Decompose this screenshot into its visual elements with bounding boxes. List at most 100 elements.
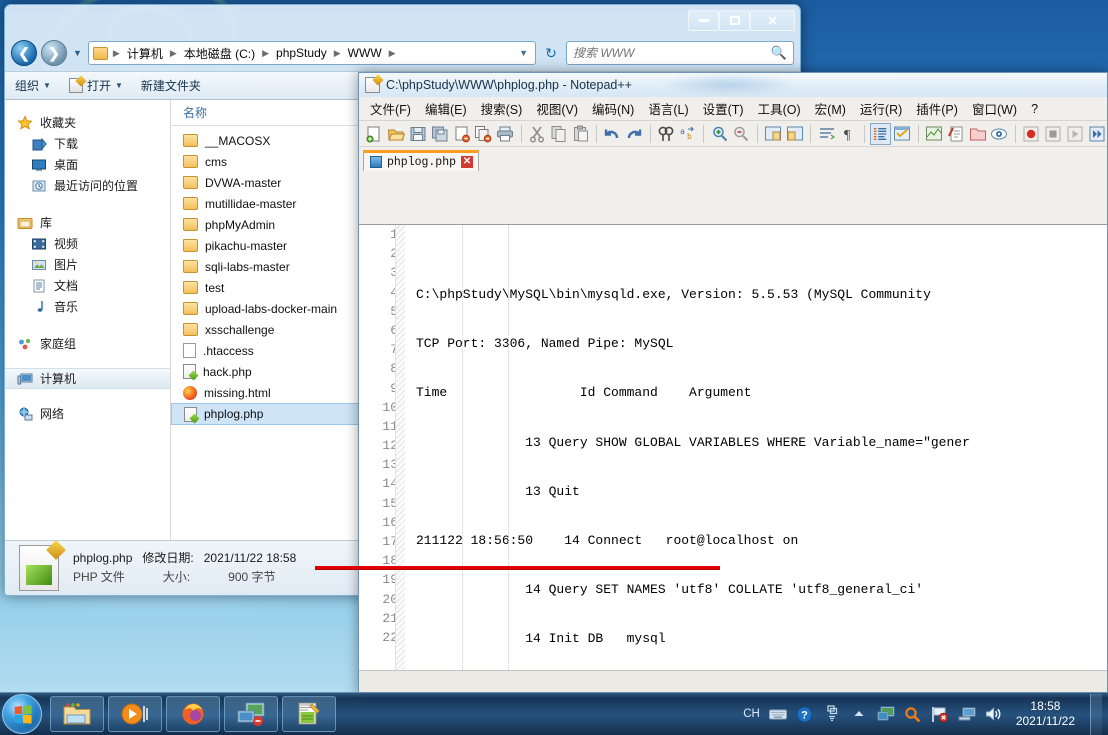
code-text-area[interactable]: C:\phpStudy\MySQL\bin\mysqld.exe, Versio… [405, 225, 1107, 670]
monitoring-icon[interactable] [989, 123, 1010, 145]
print-icon[interactable] [495, 123, 516, 145]
refresh-icon[interactable]: ↻ [540, 42, 562, 64]
close-all-icon[interactable] [473, 123, 494, 145]
save-all-icon[interactable] [429, 123, 450, 145]
close-button[interactable]: ✕ [750, 10, 795, 31]
menu-search[interactable]: 搜索(S) [474, 97, 530, 120]
notepadpp-window[interactable]: C:\phpStudy\WWW\phplog.php - Notepad++ 文… [358, 72, 1108, 695]
taskbar-clock[interactable]: 18:58 2021/11/22 [1012, 699, 1081, 729]
undo-icon[interactable] [602, 123, 623, 145]
back-arrow-icon[interactable]: ❮ [11, 40, 37, 66]
recent-pages-caret-icon[interactable]: ▼ [71, 48, 84, 58]
save-icon[interactable] [408, 123, 429, 145]
code-editor[interactable]: 1 2 3 4 5 6 7 8 9 10 11 12 13 14 15 16 1… [359, 224, 1107, 670]
show-desktop-button[interactable] [1090, 693, 1102, 735]
show-hidden-icons-icon[interactable] [850, 705, 868, 723]
network-icon[interactable] [958, 705, 976, 723]
search-input[interactable] [573, 46, 771, 60]
sidebar-item-music[interactable]: 音乐 [5, 296, 170, 317]
search-icon[interactable]: 🔍 [771, 45, 787, 61]
function-list-icon[interactable] [945, 123, 966, 145]
maximize-button[interactable] [719, 10, 750, 31]
menu-macro[interactable]: 宏(M) [808, 97, 853, 120]
menu-settings[interactable]: 设置(T) [696, 97, 751, 120]
taskbar-phpstudy[interactable] [224, 696, 278, 732]
menu-help[interactable]: ? [1024, 100, 1045, 118]
breadcrumb-item-computer[interactable]: 计算机 [125, 45, 165, 62]
taskbar-media-player[interactable] [108, 696, 162, 732]
play-macro-icon[interactable] [1064, 123, 1085, 145]
zoom-out-icon[interactable] [731, 123, 752, 145]
sidebar-item-network[interactable]: 网络 [5, 403, 170, 424]
ime-indicator[interactable]: CH [743, 708, 760, 720]
menu-encoding[interactable]: 编码(N) [585, 97, 641, 120]
address-bar[interactable]: ▶ 计算机 ▶ 本地磁盘 (C:) ▶ phpStudy ▶ WWW ▶ ▼ [87, 41, 536, 65]
close-tab-icon[interactable]: ✕ [461, 156, 474, 168]
sidebar-item-homegroup[interactable]: 家庭组 [5, 333, 170, 354]
find-icon[interactable] [656, 123, 677, 145]
taskbar-file-explorer[interactable] [50, 696, 104, 732]
search-icon[interactable] [904, 705, 922, 723]
close-file-icon[interactable] [451, 123, 472, 145]
menu-language[interactable]: 语言(L) [641, 97, 695, 120]
folder-as-workspace-icon[interactable] [967, 123, 988, 145]
document-map-icon[interactable] [924, 123, 945, 145]
sidebar-item-desktop[interactable]: 桌面 [5, 154, 170, 175]
word-wrap-icon[interactable] [816, 123, 837, 145]
sync-scroll-h-icon[interactable] [785, 123, 806, 145]
redo-icon[interactable] [624, 123, 645, 145]
taskbar-firefox[interactable] [166, 696, 220, 732]
windows-start-orb-icon[interactable] [2, 694, 42, 734]
sidebar-item-documents[interactable]: 文档 [5, 275, 170, 296]
sync-scroll-v-icon[interactable] [763, 123, 784, 145]
zoom-in-icon[interactable] [709, 123, 730, 145]
menu-view[interactable]: 视图(V) [529, 97, 585, 120]
forward-arrow-icon[interactable]: ❯ [41, 40, 67, 66]
indent-guide-icon[interactable] [869, 122, 891, 145]
tab-phplog-php[interactable]: phplog.php ✕ [363, 150, 480, 171]
user-defined-dialog-icon[interactable] [892, 123, 913, 145]
search-box[interactable]: 🔍 [566, 41, 794, 65]
flag-alert-icon[interactable] [931, 705, 949, 723]
menu-file[interactable]: 文件(F) [363, 97, 418, 120]
nvidia-icon[interactable] [877, 705, 895, 723]
keyboard-icon[interactable] [768, 705, 787, 723]
open-file-icon[interactable] [386, 123, 407, 145]
sidebar-item-libraries[interactable]: 库 [5, 212, 170, 233]
volume-icon[interactable] [985, 705, 1003, 723]
sidebar-item-videos[interactable]: 视频 [5, 233, 170, 254]
copy-icon[interactable] [548, 123, 569, 145]
overflow-icon[interactable] [823, 705, 841, 723]
breadcrumb-item-localdisk[interactable]: 本地磁盘 (C:) [182, 45, 257, 62]
sidebar-item-computer[interactable]: 计算机 [5, 368, 170, 389]
menu-plugins[interactable]: 插件(P) [909, 97, 965, 120]
sidebar-item-favorites[interactable]: 收藏夹 [5, 112, 170, 133]
breadcrumb-item-phpstudy[interactable]: phpStudy [274, 46, 329, 60]
new-file-icon[interactable] [364, 123, 385, 145]
help-icon[interactable]: ? [796, 705, 814, 723]
menu-tools[interactable]: 工具(O) [751, 97, 808, 120]
sidebar-item-pictures[interactable]: 图片 [5, 254, 170, 275]
breadcrumb-item-www[interactable]: WWW [346, 46, 384, 60]
explorer-title-bar[interactable]: ✕ [5, 5, 800, 35]
replace-icon[interactable]: ab [677, 123, 698, 145]
sidebar-item-downloads[interactable]: 下载 [5, 133, 170, 154]
sidebar-item-recent-places[interactable]: 最近访问的位置 [5, 175, 170, 196]
stop-macro-icon[interactable] [1043, 123, 1064, 145]
notepadpp-title-bar[interactable]: C:\phpStudy\WWW\phplog.php - Notepad++ [359, 73, 1107, 97]
menu-window[interactable]: 窗口(W) [965, 97, 1024, 120]
menu-edit[interactable]: 编辑(E) [418, 97, 474, 120]
address-dropdown-caret-icon[interactable]: ▼ [519, 48, 531, 58]
run-macro-multiple-icon[interactable] [1086, 123, 1107, 145]
paste-icon[interactable] [570, 123, 591, 145]
menu-run[interactable]: 运行(R) [853, 97, 909, 120]
taskbar-notepadpp[interactable] [282, 696, 336, 732]
new-folder-button[interactable]: 新建文件夹 [141, 77, 201, 94]
column-header-name[interactable]: 名称 [183, 104, 207, 121]
show-all-chars-icon[interactable]: ¶ [838, 123, 859, 145]
record-macro-icon[interactable] [1021, 123, 1042, 145]
minimize-button[interactable] [688, 10, 719, 31]
organize-button[interactable]: 组织 ▼ [15, 77, 51, 94]
cut-icon[interactable] [527, 123, 548, 145]
open-button[interactable]: 打开 ▼ [68, 77, 123, 94]
